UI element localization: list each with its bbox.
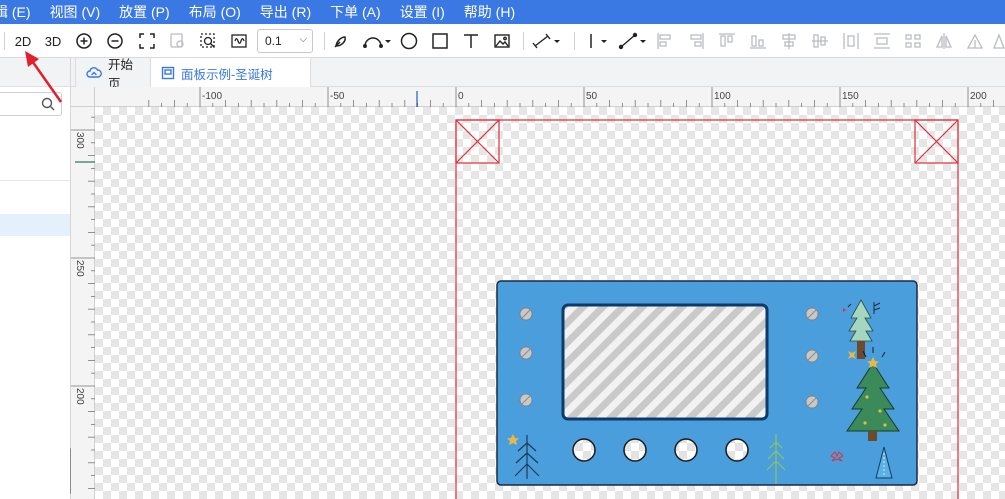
measure-icon[interactable] <box>617 29 649 53</box>
tab-panel-example[interactable]: 面板示例-圣诞树 <box>151 58 311 88</box>
zoom-out-icon[interactable] <box>105 29 125 53</box>
ruler-left-label: 200 <box>74 388 85 405</box>
zoom-area-icon[interactable] <box>198 29 218 53</box>
menu-item-4[interactable]: 导出 (R) <box>250 0 320 24</box>
left-panel <box>0 58 71 499</box>
text-icon[interactable] <box>461 29 481 53</box>
cloud-icon <box>86 66 102 80</box>
menu-item-1[interactable]: 视图 (V) <box>40 0 110 24</box>
mounting-hole-left <box>455 119 500 164</box>
align-top-icon[interactable] <box>717 29 737 53</box>
dimension-icon[interactable] <box>531 29 563 53</box>
ruler-top-label: -50 <box>330 91 345 102</box>
menu-item-0[interactable]: 辑 (E) <box>0 0 40 24</box>
divider <box>0 180 70 181</box>
distribute-h-icon[interactable] <box>841 29 861 53</box>
fit-view-icon[interactable] <box>137 29 157 53</box>
flip-h-icon[interactable] <box>934 29 954 53</box>
flip-v-icon[interactable] <box>965 29 985 53</box>
ruler-top: -100 -50 0 50 100 150 200 <box>71 87 1005 107</box>
pen-icon[interactable] <box>331 29 351 53</box>
zoom-select-value: 0.1 <box>265 34 282 48</box>
left-panel-header <box>0 58 70 87</box>
ruler-top-label: -100 <box>202 91 222 102</box>
tab-label: 面板示例-圣诞树 <box>181 67 273 82</box>
menu-item-5[interactable]: 下单 (A) <box>320 0 390 24</box>
arc-tool-icon[interactable] <box>361 29 393 53</box>
line-icon[interactable] <box>584 29 612 53</box>
tab-start-page[interactable]: 开始页 <box>75 58 151 91</box>
ruler-top-label: 50 <box>586 91 598 102</box>
tree-item-selected[interactable] <box>0 214 70 236</box>
ruler-left: 300 250 200 <box>71 107 95 499</box>
align-center-v-icon[interactable] <box>810 29 830 53</box>
circle-icon[interactable] <box>399 29 419 53</box>
toolbar: 2D 3D <box>0 24 1005 58</box>
align-left-icon[interactable] <box>655 29 675 53</box>
distribute-v-icon[interactable] <box>872 29 892 53</box>
align-right-icon[interactable] <box>686 29 706 53</box>
ruler-icon[interactable] <box>229 29 249 53</box>
chevron-down-icon: ⌵ <box>299 34 307 45</box>
menu-item-7[interactable]: 帮助 (H) <box>454 0 524 24</box>
ruler-left-label: 300 <box>74 132 85 149</box>
image-icon[interactable] <box>492 29 512 53</box>
tab-bar: 开始页 面板示例-圣诞树 <box>71 58 1005 91</box>
ruler-corner <box>71 87 95 107</box>
menu-item-3[interactable]: 布局 (O) <box>179 0 250 24</box>
menu-item-2[interactable]: 放置 (P) <box>109 0 179 24</box>
ruler-top-label: 200 <box>970 91 987 102</box>
ruler-left-label: 250 <box>74 260 85 277</box>
christmas-tree-panel[interactable] <box>496 280 918 486</box>
menu-item-6[interactable]: 设置 (I) <box>390 0 454 24</box>
ruler-top-label: 150 <box>842 91 859 102</box>
view-3d-button[interactable]: 3D <box>42 29 64 53</box>
rectangle-icon[interactable] <box>430 29 450 53</box>
ruler-top-label: 0 <box>458 91 464 102</box>
zoom-select[interactable]: 0.1 ⌵ <box>257 29 313 53</box>
tab-label: 开始页 <box>108 57 134 91</box>
select-area-icon[interactable] <box>167 29 187 53</box>
panel-icon <box>161 66 175 80</box>
design-canvas[interactable] <box>95 107 1005 499</box>
mounting-hole-right <box>914 119 959 164</box>
view-2d-button[interactable]: 2D <box>12 29 34 53</box>
equal-spacing-icon[interactable] <box>903 29 923 53</box>
more-icon[interactable] <box>992 29 1005 53</box>
search-icon <box>41 97 55 114</box>
menu-bar: 辑 (E) 视图 (V) 放置 (P) 布局 (O) 导出 (R) 下单 (A) 设置 (I… <box>0 0 1005 24</box>
search-input[interactable] <box>0 92 62 116</box>
zoom-in-icon[interactable] <box>74 29 94 53</box>
align-center-h-icon[interactable] <box>779 29 799 53</box>
align-bottom-icon[interactable] <box>748 29 768 53</box>
ruler-top-label: 100 <box>714 91 731 102</box>
